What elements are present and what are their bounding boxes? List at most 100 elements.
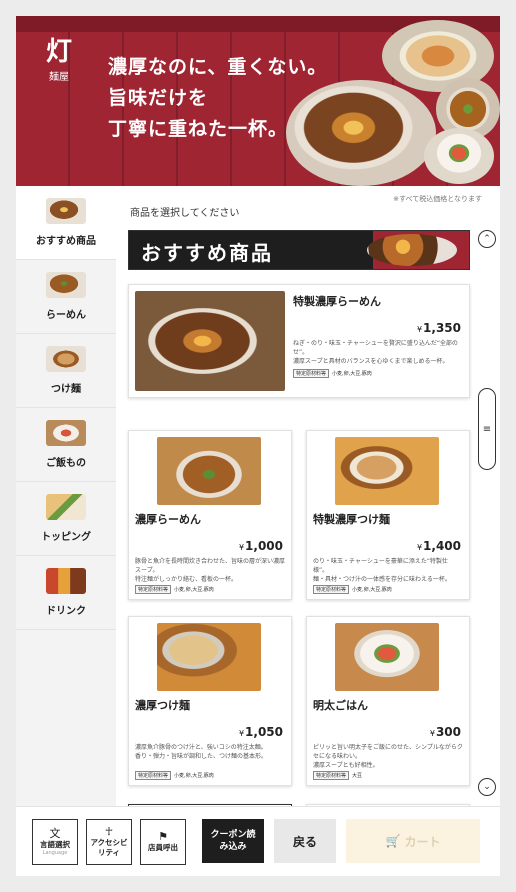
drink-thumb — [46, 568, 86, 594]
item-name: 濃厚らーめん — [135, 513, 201, 526]
ramen-thumb — [46, 272, 86, 298]
select-prompt: 商品を選択してください — [130, 208, 240, 219]
language-label: 言語選択 — [40, 839, 70, 849]
featured-item-price: ¥1,350 — [417, 321, 461, 335]
item-image — [157, 437, 261, 505]
price-value: 300 — [435, 725, 461, 739]
banner-ramen-image — [286, 80, 436, 186]
tax-note: ※すべて税込価格となります — [393, 195, 482, 203]
brand-logo: 灯 麺屋 — [32, 38, 86, 83]
currency-symbol: ¥ — [416, 325, 423, 334]
scroll-down-button[interactable]: ⌄ — [478, 778, 496, 796]
recommended-thumb — [46, 198, 86, 224]
allergy-tag: 特定原材料等 — [313, 771, 350, 780]
hero-banner: 灯 麺屋 濃厚なのに、重くない。 旨味だけを 丁寧に重ねた一杯。 — [16, 16, 500, 186]
cart-icon: 🛒 — [385, 834, 401, 848]
sidebar-item-label: らーめん — [46, 310, 86, 321]
language-sublabel: Language — [42, 849, 68, 856]
grip-icon: ≡ — [482, 423, 492, 435]
item-card[interactable]: 濃厚つけ麺 ¥1,050 濃厚魚介豚骨のつけ汁と、強いコシの特注太麺。 香り・弾… — [128, 616, 292, 786]
scrollbar-thumb[interactable]: ≡ — [478, 388, 496, 470]
coupon-button[interactable]: クーポン読み込み — [202, 819, 264, 863]
sidebar-item-label: つけ麺 — [51, 384, 81, 395]
back-button[interactable]: 戻る — [274, 819, 336, 863]
allergy-info: 特定原材料等 小麦,卵,大豆,豚肉 — [135, 585, 214, 594]
bottom-bar: 文 言語選択 Language ☥ アクセシビリティ ⚑ 店員呼出 クーポン読み… — [16, 806, 500, 876]
translate-icon: 文 — [49, 826, 61, 840]
price-value: 1,400 — [423, 539, 461, 553]
item-name: 明太ごはん — [313, 699, 368, 712]
item-price: ¥1,400 — [417, 539, 461, 553]
sidebar-item-topping[interactable]: トッピング — [16, 482, 116, 556]
cart-button[interactable]: 🛒 カート — [346, 819, 480, 863]
allergy-list: 大豆 — [352, 773, 363, 779]
currency-symbol: ¥ — [429, 729, 435, 738]
sidebar-item-drink[interactable]: ドリンク — [16, 556, 116, 630]
sidebar-item-tsukemen[interactable]: つけ麺 — [16, 334, 116, 408]
kiosk-screen: 灯 麺屋 濃厚なのに、重くない。 旨味だけを 丁寧に重ねた一杯。 おすすめ商品 … — [16, 16, 500, 876]
item-name: 濃厚つけ麺 — [135, 699, 190, 712]
allergy-tag: 特定原材料等 — [135, 771, 172, 780]
item-price: ¥1,050 — [239, 725, 283, 739]
allergy-info: 特定原材料等 大豆 — [313, 771, 362, 780]
scroll-up-button[interactable]: ⌃ — [478, 230, 496, 248]
tsukemen-thumb — [46, 346, 86, 372]
featured-item-card[interactable]: 特製濃厚らーめん ¥1,350 ねぎ・のり・味玉・チャーシューを贅沢に盛り込んだ… — [128, 284, 470, 398]
logo-sub: 麺屋 — [49, 72, 69, 83]
featured-item-name: 特製濃厚らーめん — [293, 295, 381, 308]
accessibility-icon: ☥ — [104, 825, 114, 838]
currency-symbol: ¥ — [238, 729, 245, 738]
item-price: ¥1,000 — [239, 539, 283, 553]
item-card[interactable]: 濃厚らーめん ¥1,000 豚骨と魚介を長時間炊き合わせた、旨味の層が深い濃厚ス… — [128, 430, 292, 600]
chevron-up-icon: ⌃ — [483, 234, 491, 244]
allergy-info: 特定原材料等 小麦,卵,大豆,豚肉 — [313, 585, 392, 594]
call-staff-button[interactable]: ⚑ 店員呼出 — [140, 819, 186, 865]
price-value: 1,000 — [245, 539, 283, 553]
sidebar-item-label: トッピング — [41, 532, 91, 543]
allergy-info: 特定原材料等 小麦,卵,大豆,豚肉 — [293, 369, 372, 378]
catchcopy-line: 濃厚なのに、重くない。 — [108, 56, 328, 78]
item-desc: 濃厚魚介豚骨のつけ汁と、強いコシの特注太麺。 香り・弾力・旨味が調和した、つけ麺… — [135, 744, 268, 760]
topping-thumb — [46, 494, 86, 520]
currency-symbol: ¥ — [238, 543, 245, 552]
bell-icon: ⚑ — [158, 830, 168, 843]
category-sidebar: おすすめ商品 らーめん つけ麺 ご飯もの トッピング ドリンク — [16, 186, 116, 806]
allergy-tag: 特定原材料等 — [135, 585, 172, 594]
item-desc: 豚骨と魚介を長時間炊き合わせた、旨味の層が深い濃厚スープ。 特注麺がしっかり絡む… — [135, 558, 286, 583]
sidebar-item-label: おすすめ商品 — [36, 236, 96, 247]
item-image — [157, 623, 261, 691]
call-staff-label: 店員呼出 — [148, 843, 178, 852]
item-desc: ピリッと旨い明太子をご飯にのせた、シンプルながらクセになる味わい。 濃厚スープと… — [313, 744, 463, 769]
item-desc: のり・味玉・チャーシューを豪華に添えた“特製仕様”。 麺・具材・つけ汁の一体感を… — [313, 558, 451, 583]
allergy-list: 小麦,卵,大豆,豚肉 — [174, 587, 214, 593]
currency-symbol: ¥ — [416, 543, 423, 552]
item-image — [335, 437, 439, 505]
sidebar-item-recommended[interactable]: おすすめ商品 — [16, 186, 116, 260]
sidebar-item-label: ご飯もの — [46, 458, 86, 469]
cart-label: カート — [404, 834, 441, 849]
accessibility-label: アクセシビリティ — [90, 838, 128, 857]
allergy-list: 小麦,卵,大豆,豚肉 — [174, 773, 214, 779]
menu-area: ※すべて税込価格となります 商品を選択してください おすすめ商品 特製濃厚らーめ… — [116, 186, 500, 851]
sidebar-item-ramen[interactable]: らーめん — [16, 260, 116, 334]
item-card[interactable]: 明太ごはん ¥300 ピリッと旨い明太子をご飯にのせた、シンプルながらクセになる… — [306, 616, 470, 786]
allergy-info: 特定原材料等 小麦,卵,大豆,豚肉 — [135, 771, 214, 780]
logo-mark: 灯 — [45, 37, 72, 67]
allergy-list: 小麦,卵,大豆,豚肉 — [352, 587, 392, 593]
item-card[interactable]: 特製濃厚つけ麺 ¥1,400 のり・味玉・チャーシューを豪華に添えた“特製仕様”… — [306, 430, 470, 600]
section-title: おすすめ商品 — [141, 241, 273, 265]
item-name: 特製濃厚つけ麺 — [313, 513, 390, 526]
sidebar-item-rice[interactable]: ご飯もの — [16, 408, 116, 482]
item-price: ¥300 — [430, 725, 461, 739]
price-value: 1,350 — [423, 321, 461, 335]
language-button[interactable]: 文 言語選択 Language — [32, 819, 78, 865]
section-header-image — [367, 234, 457, 266]
allergy-list: 小麦,卵,大豆,豚肉 — [332, 371, 372, 377]
featured-item-image — [135, 291, 285, 391]
price-value: 1,050 — [245, 725, 283, 739]
item-image — [335, 623, 439, 691]
accessibility-button[interactable]: ☥ アクセシビリティ — [86, 819, 132, 865]
allergy-tag: 特定原材料等 — [313, 585, 350, 594]
featured-item-desc: ねぎ・のり・味玉・チャーシューを贅沢に盛り込んだ“全部のせ”。 濃厚スープと具材… — [293, 340, 458, 365]
sidebar-item-label: ドリンク — [46, 606, 86, 617]
